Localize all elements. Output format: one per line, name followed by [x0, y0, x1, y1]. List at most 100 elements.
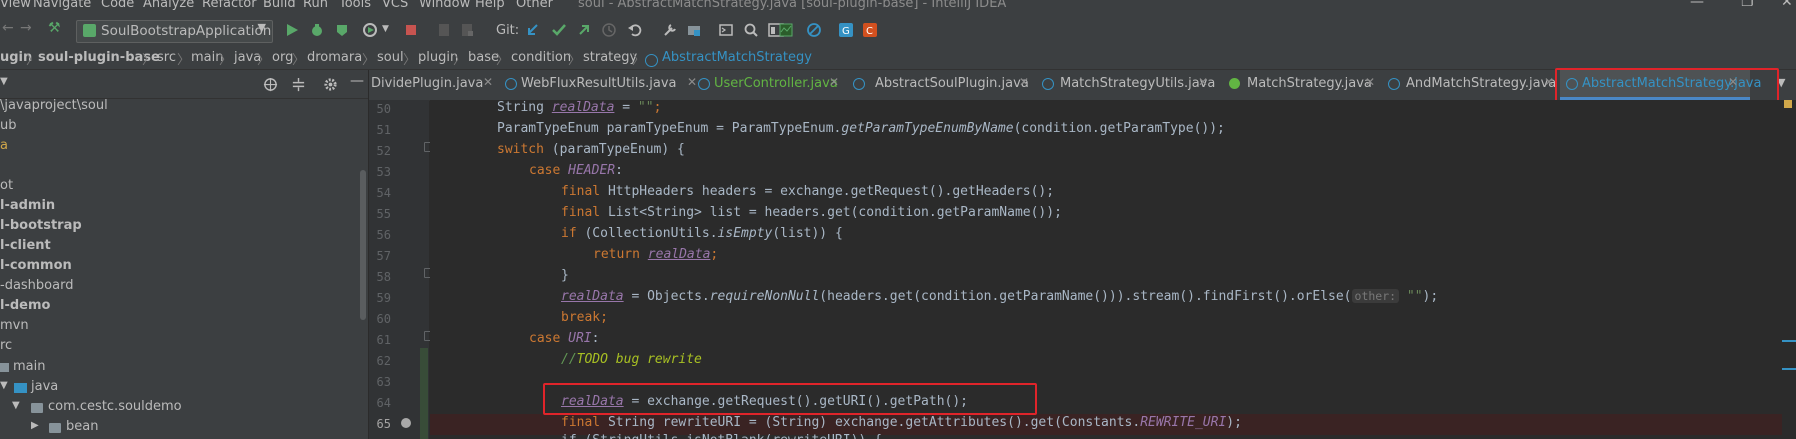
- run-configuration-label: SoulBootstrapApplication: [101, 23, 272, 39]
- breakpoint-icon[interactable]: [401, 418, 411, 428]
- git-update-icon[interactable]: [525, 22, 541, 38]
- breadcrumb-item[interactable]: condition: [511, 50, 571, 65]
- project-structure-folder-icon[interactable]: [686, 22, 702, 38]
- tree-item-mvn[interactable]: mvn: [0, 318, 29, 338]
- tab-webflux-result-utils[interactable]: WebFluxResultUtils.java ✕: [499, 70, 697, 100]
- chevron-right-icon[interactable]: ▶: [31, 420, 39, 431]
- tree-item[interactable]: \javaproject\soul: [0, 98, 108, 118]
- menu-analyze[interactable]: Analyze: [143, 0, 194, 11]
- editor-scrollbar[interactable]: [1782, 100, 1796, 439]
- breadcrumb-item[interactable]: soul: [377, 50, 404, 65]
- breadcrumb-item[interactable]: strategy: [583, 50, 637, 65]
- tree-item-soul-dashboard[interactable]: -dashboard: [0, 278, 73, 298]
- chevron-down-icon[interactable]: ▼: [0, 380, 8, 391]
- breadcrumb-item[interactable]: org: [272, 50, 293, 65]
- package-icon: [49, 423, 61, 433]
- minimize-icon[interactable]: —: [1690, 0, 1704, 10]
- close-icon[interactable]: ✕: [1365, 75, 1375, 89]
- tab-divide-plugin[interactable]: DividePlugin.java ✕: [367, 70, 499, 100]
- tab-user-controller[interactable]: UserController.java ✕: [694, 70, 864, 100]
- git-rollback-icon[interactable]: [627, 22, 643, 38]
- attach-debugger-icon[interactable]: [436, 22, 452, 38]
- tree-item-soul-common[interactable]: l-common: [0, 258, 72, 278]
- project-structure-icon[interactable]: [459, 22, 475, 38]
- code-line-57: return realData;: [593, 247, 718, 268]
- git-history-icon[interactable]: [601, 22, 617, 38]
- tree-item[interactable]: ub: [0, 118, 17, 138]
- back-icon[interactable]: ←: [2, 20, 18, 36]
- tree-item-soul-client[interactable]: l-client: [0, 238, 51, 258]
- locate-target-icon[interactable]: [263, 77, 278, 92]
- git-push-icon[interactable]: [576, 22, 592, 38]
- build-hammer-icon[interactable]: ⚒: [48, 20, 64, 36]
- collapse-all-icon[interactable]: [291, 77, 306, 92]
- search-icon[interactable]: [743, 22, 759, 38]
- settings-wrench-icon[interactable]: [662, 22, 678, 38]
- code-token: if: [561, 226, 577, 241]
- line-number: 50: [376, 102, 391, 116]
- chevron-down-icon[interactable]: ▼: [12, 400, 20, 411]
- tree-item[interactable]: ot: [0, 178, 13, 198]
- tree-item-soul-bootstrap[interactable]: l-bootstrap: [0, 218, 82, 238]
- restore-icon[interactable]: ❐: [1741, 0, 1754, 10]
- close-window-icon[interactable]: ✕: [1781, 0, 1793, 10]
- tab-match-strategy[interactable]: MatchStrategy.java ✕: [1225, 70, 1380, 100]
- menu-window[interactable]: Window: [419, 0, 470, 11]
- close-icon[interactable]: ✕: [483, 75, 493, 89]
- breadcrumb-item[interactable]: AbstractMatchStrategy: [662, 50, 812, 65]
- tree-item-soul-admin[interactable]: l-admin: [0, 198, 55, 218]
- power-save-icon[interactable]: [806, 22, 822, 38]
- code-token: ParamTypeEnum paramTypeEnum = ParamTypeE…: [497, 121, 842, 136]
- menu-build[interactable]: Build: [263, 0, 296, 11]
- menu-code[interactable]: Code: [101, 0, 134, 11]
- tab-match-strategy-utils[interactable]: MatchStrategyUtils.java ✕: [1038, 70, 1215, 100]
- menu-help[interactable]: Help: [475, 0, 505, 11]
- close-icon[interactable]: ✕: [1198, 75, 1208, 89]
- close-icon[interactable]: ✕: [1544, 75, 1554, 89]
- menu-other[interactable]: Other: [516, 0, 553, 11]
- menu-vcs[interactable]: VCS: [382, 0, 408, 11]
- code-line-54: final HttpHeaders headers = exchange.get…: [561, 184, 1054, 205]
- debug-icon[interactable]: [309, 22, 325, 38]
- run-more-arrow-icon[interactable]: ▼: [382, 24, 398, 40]
- menu-run[interactable]: Run: [303, 0, 328, 11]
- chevron-right-icon: 〉: [292, 53, 306, 68]
- menu-refactor[interactable]: Refactor: [202, 0, 257, 11]
- breadcrumb-item[interactable]: src: [157, 50, 176, 65]
- code-token: isEmpty: [717, 226, 773, 241]
- gear-icon[interactable]: [323, 77, 338, 92]
- tree-item[interactable]: a: [0, 138, 8, 158]
- breadcrumb-item[interactable]: dromara: [307, 50, 362, 65]
- line-number: 54: [376, 186, 391, 200]
- tab-abstract-soul-plugin[interactable]: AbstractSoulPlugin.java ✕: [849, 70, 1029, 100]
- tree-item-soul-demo[interactable]: l-demo: [0, 298, 50, 318]
- profile-icon[interactable]: [362, 22, 378, 38]
- forward-icon[interactable]: →: [20, 20, 36, 36]
- breadcrumb-item[interactable]: base: [468, 50, 499, 65]
- tree-item-src[interactable]: rc: [0, 338, 12, 358]
- terminal-icon[interactable]: [718, 22, 734, 38]
- run-configuration-select[interactable]: SoulBootstrapApplication ▼: [76, 20, 273, 43]
- menu-view[interactable]: View: [0, 0, 31, 11]
- office-plugin-icon[interactable]: C: [862, 22, 878, 38]
- hide-panel-icon[interactable]: —: [350, 73, 364, 89]
- project-scrollbar[interactable]: [360, 170, 366, 320]
- git-commit-icon[interactable]: [551, 22, 567, 38]
- tab-and-match-strategy[interactable]: AndMatchStrategy.java ✕: [1384, 70, 1559, 100]
- translate-plugin-icon[interactable]: G: [838, 22, 854, 38]
- code-token: );: [1226, 415, 1242, 430]
- scroll-marker: [1782, 340, 1796, 342]
- stop-icon[interactable]: [403, 22, 419, 38]
- run-icon[interactable]: [284, 22, 300, 38]
- svg-text:C: C: [866, 26, 873, 37]
- coverage-icon[interactable]: [334, 22, 350, 38]
- close-icon[interactable]: ✕: [829, 75, 839, 89]
- heap-monitor-icon[interactable]: [778, 22, 794, 38]
- warning-marker-icon[interactable]: [1784, 100, 1792, 108]
- chevron-down-icon[interactable]: ▼: [0, 76, 8, 87]
- line-number: 62: [376, 354, 391, 368]
- menu-tools[interactable]: Tools: [339, 0, 371, 11]
- code-token: (CollectionUtils.: [576, 226, 718, 241]
- close-icon[interactable]: ✕: [1019, 75, 1029, 89]
- menu-navigate[interactable]: Navigate: [33, 0, 91, 11]
